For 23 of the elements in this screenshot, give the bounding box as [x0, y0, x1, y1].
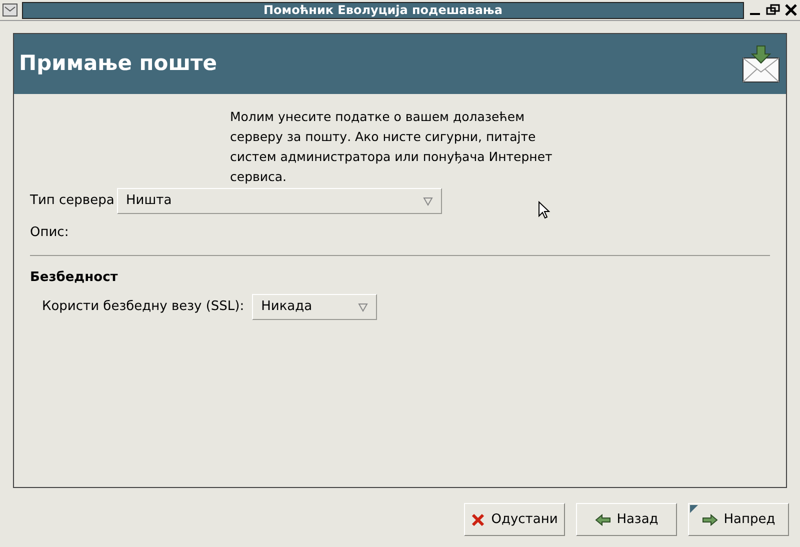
wizard-button[interactable]: Напред [688, 503, 789, 536]
close-icon[interactable] [784, 3, 798, 17]
ssl-dropdown[interactable]: Никада [252, 294, 378, 320]
mouse-cursor-icon [538, 201, 550, 219]
cross-icon [471, 512, 486, 526]
default-corner-icon [690, 505, 698, 513]
window-title: Помоћник Еволуција подешавања [22, 2, 744, 18]
maximize-icon[interactable] [766, 3, 780, 17]
right-arrow-icon [702, 514, 718, 526]
section-heading: Безбедност [30, 268, 118, 286]
ssl-label: Користи безбедну везу (SSL): [42, 298, 244, 316]
intro-text: Молим унесите податке о вашем долазећем серверу за пошту. Ако нисте сигурни, питајте систем администратора или понуђача Интернет сервиса. [230, 108, 554, 186]
page-title: Примање поште [19, 50, 217, 78]
description-label: Опис: [30, 224, 69, 242]
left-arrow-icon [594, 514, 611, 526]
dropdown-arrow-icon [423, 196, 433, 206]
wizard-button[interactable]: Одустани [464, 503, 565, 536]
server-type-label: Тип сервера [30, 192, 116, 210]
server-type-dropdown[interactable]: Ништа [117, 188, 442, 214]
window-menu-icon[interactable] [2, 3, 18, 17]
envelope-icon [741, 44, 781, 84]
wizard-button[interactable]: Назад [576, 503, 677, 536]
dropdown-arrow-icon [358, 302, 368, 312]
